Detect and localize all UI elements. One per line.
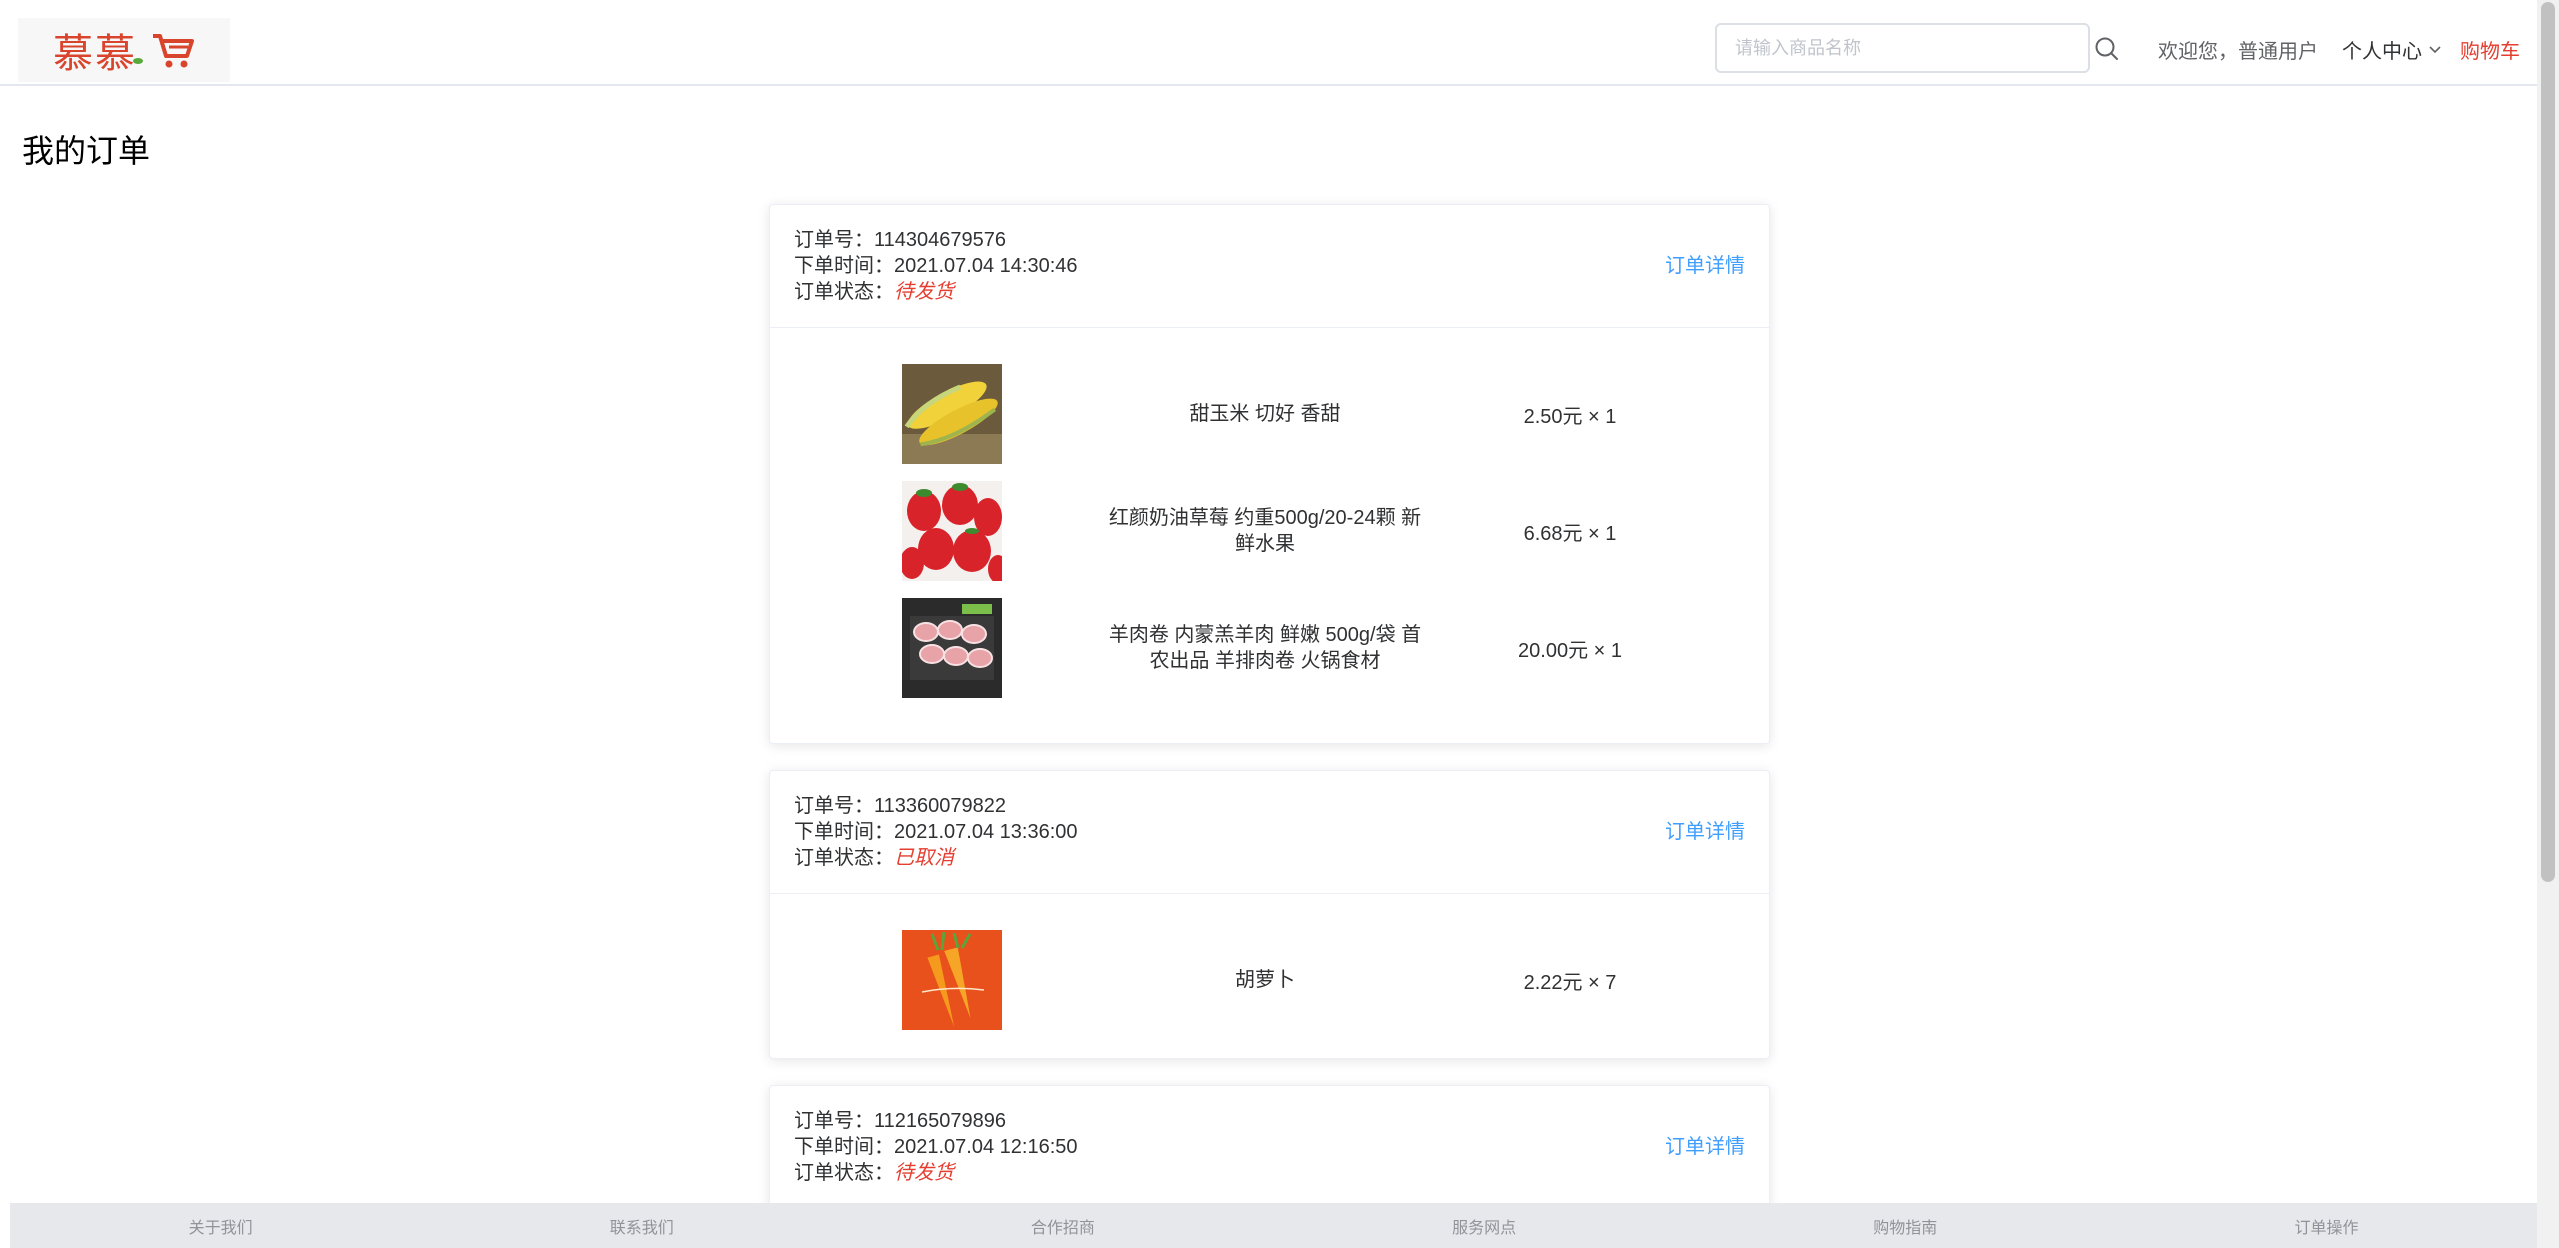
order-header: 订单号：114304679576 下单时间：2021.07.04 14:30:4… bbox=[770, 205, 1769, 328]
logo-text: 慕慕 bbox=[53, 31, 137, 77]
welcome-text: 欢迎您，普通用户 bbox=[2158, 41, 2318, 63]
order-item: 红颜奶油草莓 约重500g/20-24颗 新鲜水果 6.68元 × 1 bbox=[770, 481, 1769, 598]
personal-center-dropdown[interactable]: 个人中心 bbox=[2342, 35, 2442, 64]
order-status-label: 订单状态： bbox=[794, 847, 894, 869]
item-price-quantity: 2.22元 × 7 bbox=[1523, 971, 1617, 994]
item-price-quantity: 6.68元 × 1 bbox=[1523, 522, 1617, 545]
order-time: 2021.07.04 12:16:50 bbox=[894, 1136, 1078, 1158]
order-time-label: 下单时间： bbox=[794, 1136, 894, 1158]
order-status-row: 订单状态：已取消 bbox=[794, 845, 1745, 871]
scrollbar-thumb[interactable] bbox=[2541, 2, 2555, 882]
order-items: 胡萝卜 2.22元 × 7 bbox=[770, 894, 1769, 1058]
order-status: 待发货 bbox=[894, 1162, 954, 1184]
lamb-roll-image[interactable] bbox=[902, 598, 1002, 698]
order-time: 2021.07.04 14:30:46 bbox=[894, 255, 1078, 277]
page-scrollbar[interactable] bbox=[2537, 0, 2559, 1248]
item-name: 甜玉米 切好 香甜 bbox=[1189, 403, 1341, 425]
order-number: 114304679576 bbox=[874, 229, 1006, 251]
order-time-label: 下单时间： bbox=[794, 255, 894, 277]
strawberry-image[interactable] bbox=[902, 481, 1002, 581]
footer-link-service-points[interactable]: 服务网点 bbox=[1274, 1214, 1695, 1238]
search-input[interactable] bbox=[1715, 23, 2090, 73]
site-logo[interactable]: 慕慕 bbox=[18, 18, 230, 82]
page-title: 我的订单 bbox=[22, 133, 151, 169]
order-number-label: 订单号： bbox=[794, 795, 874, 817]
order-card: 订单号：114304679576 下单时间：2021.07.04 14:30:4… bbox=[769, 204, 1770, 744]
order-card: 订单号：113360079822 下单时间：2021.07.04 13:36:0… bbox=[769, 770, 1770, 1059]
corn-image[interactable] bbox=[902, 364, 1002, 464]
order-number: 112165079896 bbox=[874, 1110, 1006, 1132]
order-number-row: 订单号：114304679576 bbox=[794, 227, 1745, 253]
order-status-row: 订单状态：待发货 bbox=[794, 279, 1745, 305]
item-name: 胡萝卜 bbox=[1235, 969, 1295, 991]
order-status: 已取消 bbox=[894, 847, 954, 869]
leaf-icon bbox=[133, 58, 143, 64]
carrot-image[interactable] bbox=[902, 930, 1002, 1030]
order-number-label: 订单号： bbox=[794, 1110, 874, 1132]
order-time-label: 下单时间： bbox=[794, 821, 894, 843]
item-name: 红颜奶油草莓 约重500g/20-24颗 新鲜水果 bbox=[1108, 507, 1422, 555]
order-item: 胡萝卜 2.22元 × 7 bbox=[770, 930, 1769, 1030]
order-header: 订单号：112165079896 下单时间：2021.07.04 12:16:5… bbox=[770, 1086, 1769, 1209]
order-number-row: 订单号：112165079896 bbox=[794, 1108, 1745, 1134]
order-time-row: 下单时间：2021.07.04 14:30:46 bbox=[794, 253, 1745, 279]
footer-link-order-operations[interactable]: 订单操作 bbox=[2116, 1214, 2537, 1238]
order-number: 113360079822 bbox=[874, 795, 1006, 817]
order-item: 甜玉米 切好 香甜 2.50元 × 1 bbox=[770, 364, 1769, 481]
item-price-quantity: 20.00元 × 1 bbox=[1518, 639, 1622, 662]
order-card: 订单号：112165079896 下单时间：2021.07.04 12:16:5… bbox=[769, 1085, 1770, 1210]
order-detail-link[interactable]: 订单详情 bbox=[1665, 253, 1745, 279]
order-items: 甜玉米 切好 香甜 2.50元 × 1 红颜奶油草莓 约重500g/20-24颗… bbox=[770, 328, 1769, 743]
order-time-row: 下单时间：2021.07.04 12:16:50 bbox=[794, 1134, 1745, 1160]
order-detail-link[interactable]: 订单详情 bbox=[1665, 819, 1745, 845]
cart-link[interactable]: 购物车 bbox=[2460, 35, 2520, 64]
chevron-down-icon bbox=[2429, 45, 2441, 53]
top-header: 慕慕 欢迎您，普通用户 个人中心 购物车 bbox=[0, 0, 2537, 86]
order-time-row: 下单时间：2021.07.04 13:36:00 bbox=[794, 819, 1745, 845]
item-price-quantity: 2.50元 × 1 bbox=[1523, 405, 1617, 428]
footer-bar: 关于我们 联系我们 合作招商 服务网点 购物指南 订单操作 bbox=[10, 1203, 2537, 1248]
order-detail-link[interactable]: 订单详情 bbox=[1665, 1134, 1745, 1160]
footer-link-contact[interactable]: 联系我们 bbox=[431, 1214, 852, 1238]
personal-center-label: 个人中心 bbox=[2342, 41, 2422, 63]
shopping-cart-logo-icon bbox=[153, 34, 194, 68]
item-name: 羊肉卷 内蒙羔羊肉 鲜嫩 500g/袋 首农出品 羊排肉卷 火锅食材 bbox=[1108, 624, 1422, 672]
order-number-label: 订单号： bbox=[794, 229, 874, 251]
footer-link-about[interactable]: 关于我们 bbox=[10, 1214, 431, 1238]
order-header: 订单号：113360079822 下单时间：2021.07.04 13:36:0… bbox=[770, 771, 1769, 894]
order-item: 羊肉卷 内蒙羔羊肉 鲜嫩 500g/袋 首农出品 羊排肉卷 火锅食材 20.00… bbox=[770, 598, 1769, 715]
order-status-row: 订单状态：待发货 bbox=[794, 1160, 1745, 1186]
order-list: 订单号：114304679576 下单时间：2021.07.04 14:30:4… bbox=[769, 204, 1770, 1236]
order-number-row: 订单号：113360079822 bbox=[794, 793, 1745, 819]
order-time: 2021.07.04 13:36:00 bbox=[894, 821, 1078, 843]
order-status-label: 订单状态： bbox=[794, 1162, 894, 1184]
footer-link-shopping-guide[interactable]: 购物指南 bbox=[1695, 1214, 2116, 1238]
order-status-label: 订单状态： bbox=[794, 281, 894, 303]
order-status: 待发货 bbox=[894, 281, 954, 303]
footer-link-partnership[interactable]: 合作招商 bbox=[852, 1214, 1273, 1238]
search-icon[interactable] bbox=[2094, 36, 2120, 62]
